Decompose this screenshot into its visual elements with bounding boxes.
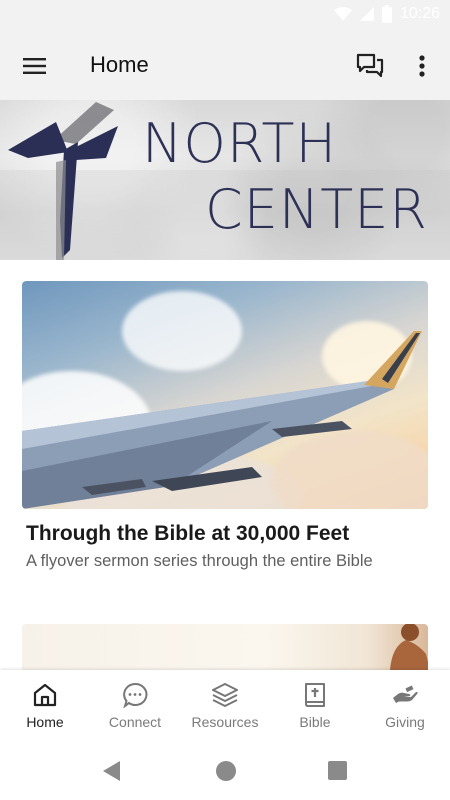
next-card[interactable]: [22, 624, 428, 670]
nav-label-connect: Connect: [108, 714, 162, 730]
page-title: Home: [90, 52, 149, 77]
chat-bubble-icon: [123, 682, 148, 708]
layers-icon: [212, 683, 238, 707]
more-vert-icon[interactable]: [410, 52, 434, 80]
nav-item-resources[interactable]: Resources: [180, 670, 270, 742]
status-icons: 10:26: [333, 5, 440, 23]
bible-icon: [305, 683, 325, 707]
nav-label-home: Home: [26, 714, 64, 730]
giving-hand-icon: [393, 685, 418, 703]
app-bar: Home: [0, 32, 450, 100]
home-button-icon[interactable]: [216, 761, 236, 781]
home-icon: [33, 683, 57, 707]
nav-item-home[interactable]: Home: [0, 670, 90, 742]
nav-label-giving: Giving: [385, 714, 425, 730]
person-figure: [390, 624, 428, 670]
nav-label-bible: Bible: [299, 714, 331, 730]
airplane-wing-illustration: [22, 331, 422, 509]
cross-logo: [8, 102, 118, 260]
nav-label-resources: Resources: [191, 714, 259, 730]
card-title[interactable]: Through the Bible at 30,000 Feet: [26, 522, 349, 546]
status-time: 10:26: [399, 5, 440, 22]
nav-item-bible[interactable]: Bible: [270, 670, 360, 742]
chat-icon[interactable]: [356, 52, 384, 80]
sermon-series-card[interactable]: [22, 281, 428, 509]
wifi-icon: [333, 7, 352, 21]
back-icon[interactable]: [102, 760, 122, 782]
bottom-navigation: Home Connect Resources Bible Giving: [0, 670, 450, 742]
card-subtitle: A flyover sermon series through the enti…: [26, 552, 373, 570]
battery-icon: [381, 5, 392, 23]
banner-title-line2: CENTER: [205, 178, 428, 241]
card-image-airplane-wing: [22, 281, 428, 509]
system-navigation-bar: [0, 742, 450, 800]
menu-icon[interactable]: [22, 54, 48, 78]
status-bar: 10:26: [0, 0, 450, 32]
nav-item-connect[interactable]: Connect: [90, 670, 180, 742]
church-banner: NORTH CENTER: [0, 100, 450, 260]
nav-item-giving[interactable]: Giving: [360, 670, 450, 742]
signal-icon: [359, 7, 374, 21]
banner-title-line1: NORTH: [142, 112, 338, 175]
recent-apps-icon[interactable]: [328, 761, 347, 780]
